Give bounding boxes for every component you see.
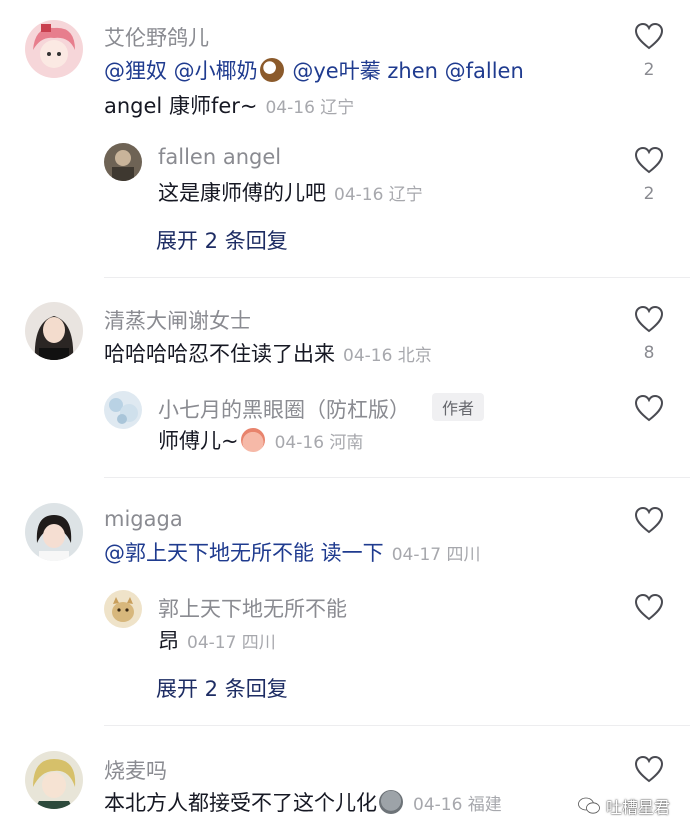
heart-icon (634, 755, 664, 783)
reply-avatar[interactable] (104, 590, 142, 628)
reply-text: 师傅儿~ 04-16 河南 (158, 428, 364, 453)
comment-username[interactable]: migaga (104, 507, 183, 531)
like-button[interactable]: 2 (632, 146, 666, 204)
like-button[interactable] (632, 593, 666, 621)
reply-text: 这是康师傅的儿吧 04-16 辽宁 (158, 181, 423, 205)
comment-username[interactable]: 清蒸大闸谢女士 (104, 305, 251, 335)
mention-link[interactable]: @ye叶蓁 zhen @fallen (286, 59, 523, 83)
peach-emoji-icon (240, 428, 265, 452)
wechat-icon (578, 797, 600, 814)
user-avatar[interactable] (25, 20, 83, 78)
watermark-text: 吐槽星君 (605, 798, 670, 817)
heart-icon (634, 22, 664, 50)
comment-meta: 04-16 福建 (413, 795, 502, 815)
comment-username[interactable]: 烧麦吗 (104, 755, 167, 785)
heart-icon (634, 305, 664, 333)
comment-meta: 04-17 四川 (391, 545, 481, 565)
user-avatar[interactable] (25, 503, 83, 561)
reply-username[interactable]: 郭上天下地无所不能 (158, 593, 347, 623)
user-avatar[interactable] (25, 751, 83, 809)
comment-meta: 04-16 辽宁 (265, 98, 355, 118)
author-badge: 作者 (432, 393, 485, 421)
watermark: 吐槽星君 (578, 794, 670, 818)
mention-link[interactable]: @小椰奶 (167, 59, 258, 83)
reply-meta: 04-16 辽宁 (334, 185, 423, 205)
reply-username: 小七月的黑眼圈（防杠版） 作者 (158, 393, 485, 424)
divider (104, 477, 690, 478)
comment-text: 哈哈哈哈忍不住读了出来 04-16 北京 (104, 342, 432, 366)
expand-replies-button[interactable]: 展开 2 条回复 (156, 673, 288, 703)
heart-icon (634, 593, 664, 621)
reply-avatar[interactable] (104, 143, 142, 181)
comment-text: @狸奴 @小椰奶 @ye叶蓁 zhen @fallen (104, 54, 524, 88)
reply-avatar[interactable] (104, 391, 142, 429)
divider (104, 725, 690, 726)
like-count: 8 (643, 343, 655, 363)
mention-link[interactable]: @狸奴 (104, 59, 167, 83)
sweat-face-emoji-icon (379, 790, 403, 814)
comment-meta: 04-16 北京 (343, 346, 432, 366)
heart-icon (634, 394, 664, 422)
mention-link[interactable]: @郭上天下地无所不能 读一下 (104, 541, 384, 565)
like-button[interactable] (632, 755, 666, 783)
heart-icon (634, 146, 664, 174)
reply-username[interactable]: fallen angel (158, 145, 281, 169)
like-button[interactable]: 8 (632, 305, 666, 363)
comment-text: 本北方人都接受不了这个儿化 04-16 福建 (104, 790, 502, 815)
comment-text-line2: angel 康师fer~ 04-16 辽宁 (104, 94, 355, 118)
divider (104, 277, 690, 278)
reply-meta: 04-16 河南 (274, 433, 364, 453)
like-count: 2 (643, 184, 655, 204)
like-button[interactable] (632, 394, 666, 422)
like-button[interactable] (632, 506, 666, 534)
like-button[interactable]: 2 (632, 22, 666, 80)
user-avatar[interactable] (25, 302, 83, 360)
reply-text: 昂 04-17 四川 (158, 629, 276, 653)
expand-replies-button[interactable]: 展开 2 条回复 (156, 225, 288, 255)
heart-icon (634, 506, 664, 534)
like-count: 2 (643, 60, 655, 80)
comment-text: @郭上天下地无所不能 读一下 04-17 四川 (104, 536, 481, 572)
comment-username[interactable]: 艾伦野鸽儿 (104, 22, 209, 52)
coconut-emoji-icon (259, 58, 284, 82)
reply-meta: 04-17 四川 (187, 633, 276, 653)
